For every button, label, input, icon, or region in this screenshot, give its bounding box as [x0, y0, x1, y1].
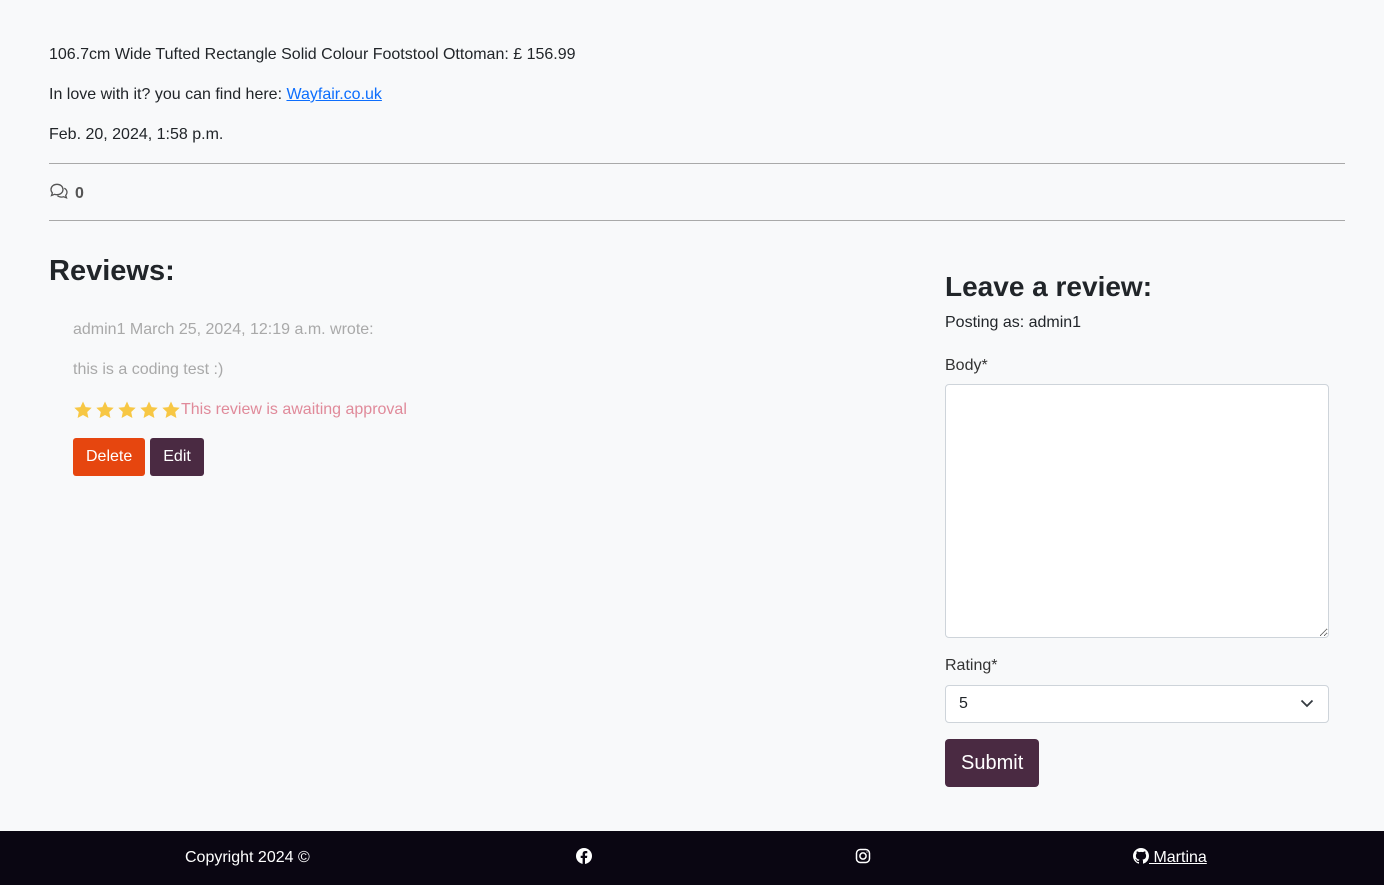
product-date: Feb. 20, 2024, 1:58 p.m.	[49, 126, 224, 143]
product-info: 106.7cm Wide Tufted Rectangle Solid Colo…	[49, 45, 1345, 165]
facebook-link[interactable]	[576, 831, 592, 885]
rating-select-value: 5	[959, 695, 968, 712]
footer: Copyright 2024 © Martina	[0, 831, 1384, 885]
github-link[interactable]: Martina	[1133, 831, 1207, 885]
rating-select[interactable]: 5	[945, 685, 1329, 723]
reviews-heading: Reviews:	[49, 255, 175, 287]
review-body: this is a coding test :)	[73, 361, 224, 378]
github-label: Martina	[1149, 849, 1207, 866]
chevron-down-icon	[1300, 695, 1314, 713]
copyright: Copyright 2024 ©	[185, 831, 310, 885]
star-rating	[73, 400, 181, 420]
review-status: This review is awaiting approval	[181, 401, 407, 418]
review-meta: admin1 March 25, 2024, 12:19 a.m. wrote:	[73, 321, 374, 338]
star-icon	[140, 401, 158, 418]
posting-as: Posting as: admin1	[945, 314, 1082, 331]
facebook-icon[interactable]	[576, 847, 592, 869]
review-item: admin1 March 25, 2024, 12:19 a.m. wrote:…	[73, 320, 407, 476]
product-source: In love with it? you can find here: Wayf…	[49, 85, 1345, 105]
source-link[interactable]: Wayfair.co.uk	[286, 86, 381, 103]
star-icon	[74, 401, 92, 418]
body-textarea[interactable]	[945, 384, 1329, 638]
instagram-icon[interactable]	[855, 848, 871, 869]
star-icon	[162, 401, 180, 418]
comment-count-value: 0	[75, 184, 84, 202]
github-anchor[interactable]: Martina	[1133, 847, 1207, 869]
comment-count: 0	[49, 182, 84, 205]
rating-label: Rating*	[945, 657, 998, 674]
star-icon	[118, 401, 136, 418]
github-icon	[1133, 847, 1150, 869]
chat-bubbles-icon	[49, 182, 69, 205]
delete-button[interactable]: Delete	[73, 438, 146, 476]
product-title: 106.7cm Wide Tufted Rectangle Solid Colo…	[49, 46, 576, 63]
divider-bottom	[49, 220, 1345, 221]
review-rating-row: This review is awaiting approval	[73, 400, 407, 420]
star-icon	[96, 401, 114, 418]
review-form: Leave a review: Posting as: admin1 Body*…	[945, 270, 1329, 787]
form-heading: Leave a review:	[945, 271, 1153, 302]
instagram-link[interactable]	[855, 831, 871, 885]
edit-button[interactable]: Edit	[150, 438, 204, 476]
source-prefix: In love with it? you can find here:	[49, 86, 287, 103]
submit-button[interactable]: Submit	[945, 739, 1040, 787]
body-label: Body*	[945, 357, 988, 374]
review-actions: Delete Edit	[73, 438, 407, 476]
divider-top	[49, 163, 1345, 164]
copyright-text: Copyright 2024 ©	[185, 849, 310, 866]
